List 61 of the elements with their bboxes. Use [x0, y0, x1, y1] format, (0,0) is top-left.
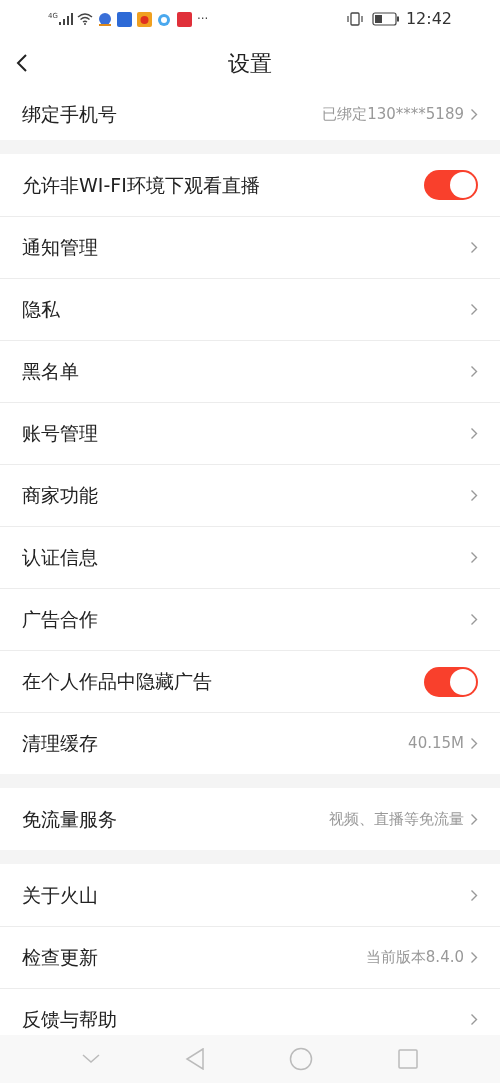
settings-row[interactable]: 认证信息: [0, 526, 500, 588]
settings-row[interactable]: 检查更新 当前版本8.4.0: [0, 926, 500, 988]
chevron-right-icon: [470, 365, 478, 378]
chevron-right-icon: [470, 737, 478, 750]
chevron-down-icon[interactable]: [82, 1054, 101, 1064]
row-label: 隐私: [22, 297, 61, 323]
page-title: 设置: [228, 49, 272, 78]
row-label: 通知管理: [22, 235, 99, 261]
vibrate-icon: [345, 12, 364, 26]
recents-square-icon[interactable]: [397, 1049, 418, 1069]
settings-row[interactable]: 黑名单: [0, 340, 500, 402]
row-label: 黑名单: [22, 359, 80, 385]
settings-row[interactable]: 通知管理: [0, 216, 500, 278]
settings-row[interactable]: 在个人作品中隐藏广告: [0, 650, 500, 712]
row-label: 免流量服务: [22, 806, 118, 832]
chevron-right-icon: [470, 1013, 478, 1026]
settings-row[interactable]: 账号管理: [0, 402, 500, 464]
row-label: 反馈与帮助: [22, 1007, 118, 1033]
settings-row[interactable]: 商家功能: [0, 464, 500, 526]
back-triangle-icon[interactable]: [184, 1048, 205, 1070]
row-label: 允许非WI-FI环境下观看直播: [22, 172, 261, 198]
settings-row[interactable]: 允许非WI-FI环境下观看直播: [0, 154, 500, 216]
settings-row[interactable]: 隐私: [0, 278, 500, 340]
settings-row[interactable]: 关于火山: [0, 864, 500, 926]
row-label: 在个人作品中隐藏广告: [22, 669, 213, 695]
toggle-switch[interactable]: [424, 666, 478, 697]
row-label: 账号管理: [22, 421, 99, 447]
back-icon[interactable]: [16, 53, 28, 73]
chevron-right-icon: [470, 489, 478, 502]
settings-row[interactable]: 绑定手机号 已绑定130****5189: [0, 88, 500, 140]
chevron-right-icon: [470, 551, 478, 564]
settings-row[interactable]: 免流量服务 视频、直播等免流量: [0, 788, 500, 850]
toggle-switch[interactable]: [424, 170, 478, 200]
row-label: 关于火山: [22, 882, 99, 908]
signal-icon: [58, 13, 73, 25]
chevron-right-icon: [470, 107, 478, 121]
row-label: 清理缓存: [22, 731, 99, 757]
row-label: 商家功能: [22, 483, 99, 509]
chevron-right-icon: [470, 951, 478, 964]
battery-icon: [371, 12, 400, 26]
row-label: 绑定手机号: [22, 101, 118, 127]
chevron-right-icon: [470, 613, 478, 626]
row-label: 认证信息: [22, 545, 99, 571]
home-circle-icon[interactable]: [289, 1047, 314, 1071]
more-notifications: ···: [196, 11, 209, 28]
row-value: 当前版本8.4.0: [365, 947, 464, 969]
chevron-right-icon: [470, 427, 478, 440]
settings-row[interactable]: 广告合作: [0, 588, 500, 650]
chevron-right-icon: [470, 241, 478, 254]
chevron-right-icon: [470, 812, 478, 826]
clock-time: 12:42: [405, 8, 452, 30]
row-value: 40.15M: [408, 733, 464, 755]
row-label: 检查更新: [22, 945, 99, 971]
settings-row[interactable]: 清理缓存 40.15M: [0, 712, 500, 774]
wifi-icon: [76, 13, 93, 25]
row-value: 已绑定130****5189: [322, 103, 464, 125]
settings-row[interactable]: 反馈与帮助: [0, 988, 500, 1035]
row-label: 广告合作: [22, 607, 99, 633]
row-value: 视频、直播等免流量: [329, 808, 464, 830]
chevron-right-icon: [470, 303, 478, 316]
chevron-right-icon: [470, 888, 478, 902]
